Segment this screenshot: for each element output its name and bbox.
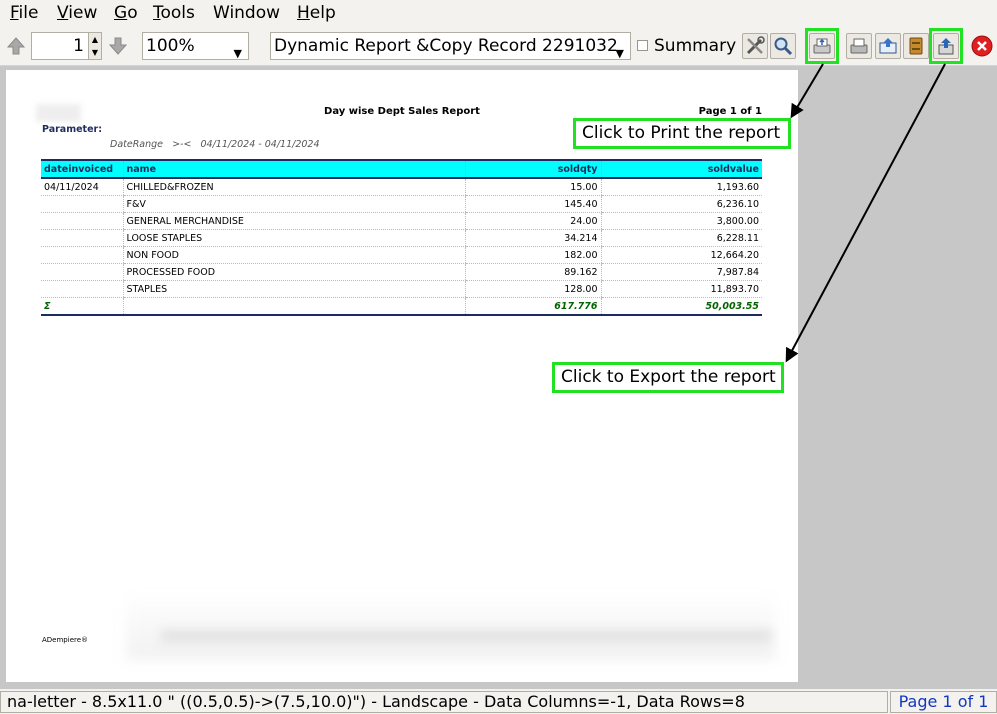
spin-up-icon[interactable]: ▲	[89, 33, 101, 46]
page-number-field[interactable]: 1	[31, 32, 89, 60]
report-viewport[interactable]: Day wise Dept Sales Report Page 1 of 1 P…	[0, 66, 997, 689]
cell-soldvalue: 6,228.11	[600, 229, 762, 247]
table-header-row: dateinvoiced name soldqty soldvalue	[41, 159, 762, 179]
cell-soldvalue: 11,893.70	[600, 280, 762, 298]
summary-label: Summary	[654, 36, 737, 56]
status-info: na-letter - 8.5x11.0 " ((0.5,0.5)->(7.5,…	[0, 691, 888, 713]
table-row: STAPLES 128.00 11,893.70	[41, 280, 762, 298]
table-row: 04/11/2024 CHILLED&FROZEN 15.00 1,193.60	[41, 178, 762, 196]
cell-soldqty: 15.00	[464, 178, 601, 196]
customize-button[interactable]	[742, 33, 768, 59]
cell-soldqty: 128.00	[464, 280, 601, 298]
company-logo	[36, 104, 81, 122]
table-row: NON FOOD 182.00 12,664.20	[41, 246, 762, 264]
zoom-value: 100%	[146, 36, 195, 56]
cell-soldvalue: 6,236.10	[600, 195, 762, 213]
print-button-highlight	[805, 28, 839, 64]
cell-name: GENERAL MERCHANDISE	[122, 212, 465, 230]
column-header: name	[122, 159, 465, 179]
column-header: soldvalue	[600, 159, 762, 179]
arrow-up-icon	[6, 37, 26, 55]
table-row: GENERAL MERCHANDISE 24.00 3,800.00	[41, 212, 762, 230]
total-soldvalue: 50,003.55	[600, 297, 762, 316]
menu-go[interactable]: Go	[114, 3, 138, 23]
column-header: soldqty	[464, 159, 601, 179]
report-selector-value: Dynamic Report &Copy Record 2291032	[274, 36, 618, 56]
cell-name: F&V	[122, 195, 465, 213]
status-page-indicator: Page 1 of 1	[890, 691, 997, 713]
print-preview-icon	[850, 38, 868, 54]
next-page-button[interactable]	[105, 32, 131, 60]
cell-name: NON FOOD	[122, 246, 465, 264]
table-row: PROCESSED FOOD 89.162 7,987.84	[41, 263, 762, 281]
export-callout: Click to Export the report	[552, 362, 784, 393]
menu-window[interactable]: Window	[213, 3, 280, 23]
parameter-heading: Parameter:	[42, 124, 103, 135]
cell-soldqty: 24.00	[464, 212, 601, 230]
cell-soldvalue: 3,800.00	[600, 212, 762, 230]
footer-blurred-area	[126, 590, 776, 660]
cell-dateinvoiced	[41, 195, 123, 213]
close-button[interactable]	[970, 33, 994, 59]
report-page-label: Page 1 of 1	[698, 106, 762, 117]
cell-name: STAPLES	[122, 280, 465, 298]
table-row: LOOSE STAPLES 34.214 6,228.11	[41, 229, 762, 247]
export-button-highlight	[929, 28, 963, 64]
report-title: Day wise Dept Sales Report	[324, 106, 480, 117]
status-bar: na-letter - 8.5x11.0 " ((0.5,0.5)->(7.5,…	[0, 689, 997, 714]
send-mail-icon	[879, 38, 897, 54]
cell-soldqty: 182.00	[464, 246, 601, 264]
cell-soldqty: 145.40	[464, 195, 601, 213]
menu-tools[interactable]: Tools	[153, 3, 195, 23]
arrow-down-icon	[108, 37, 128, 55]
table-total-row: Σ 617.776 50,003.55	[41, 297, 762, 316]
archive-icon	[909, 37, 923, 55]
cell-name: CHILLED&FROZEN	[122, 178, 465, 196]
toolbar: 1 ▲ ▼ 100% ▼ Dynamic Report &Copy Record…	[0, 27, 997, 66]
print-callout: Click to Print the report	[573, 118, 791, 149]
chevron-down-icon: ▼	[233, 47, 242, 60]
report-selector[interactable]: Dynamic Report &Copy Record 2291032 ▼	[270, 32, 631, 60]
cell-dateinvoiced	[41, 229, 123, 247]
cell-dateinvoiced: 04/11/2024	[41, 178, 123, 196]
total-label: Σ	[41, 297, 123, 316]
parameter-value: DateRange >-< 04/11/2024 - 04/11/2024	[110, 139, 320, 150]
menu-file[interactable]: File	[10, 3, 38, 23]
close-icon	[971, 35, 993, 57]
cell-name: PROCESSED FOOD	[122, 263, 465, 281]
zoom-select[interactable]: 100% ▼	[142, 32, 249, 60]
cell-soldvalue: 12,664.20	[600, 246, 762, 264]
table-row: F&V 145.40 6,236.10	[41, 195, 762, 213]
archive-button[interactable]	[903, 33, 929, 59]
cell-soldvalue: 1,193.60	[600, 178, 762, 196]
customize-icon	[746, 36, 765, 55]
cell-soldqty: 89.162	[464, 263, 601, 281]
find-button[interactable]	[770, 33, 796, 59]
cell-dateinvoiced	[41, 212, 123, 230]
footer-blurred-text	[161, 630, 771, 642]
menu-help[interactable]: Help	[297, 3, 336, 23]
cell-soldvalue: 7,987.84	[600, 263, 762, 281]
menu-view[interactable]: View	[57, 3, 97, 23]
page-number-spinner[interactable]: ▲ ▼	[88, 32, 102, 60]
cell-dateinvoiced	[41, 263, 123, 281]
find-icon	[774, 37, 793, 56]
total-name	[122, 297, 465, 316]
print-preview-button[interactable]	[846, 33, 872, 59]
cell-name: LOOSE STAPLES	[122, 229, 465, 247]
report-table: dateinvoiced name soldqty soldvalue 04/1…	[41, 159, 762, 316]
footer-brand: ADempiere®	[42, 636, 89, 644]
cell-dateinvoiced	[41, 246, 123, 264]
send-mail-button[interactable]	[875, 33, 901, 59]
total-soldqty: 617.776	[464, 297, 601, 316]
previous-page-button[interactable]	[3, 32, 29, 60]
cell-dateinvoiced	[41, 280, 123, 298]
menu-bar: File View Go Tools Window Help	[0, 0, 997, 27]
chevron-down-icon: ▼	[615, 47, 624, 60]
cell-soldqty: 34.214	[464, 229, 601, 247]
summary-checkbox[interactable]	[637, 40, 648, 51]
spin-down-icon[interactable]: ▼	[89, 46, 101, 59]
column-header: dateinvoiced	[41, 159, 123, 179]
